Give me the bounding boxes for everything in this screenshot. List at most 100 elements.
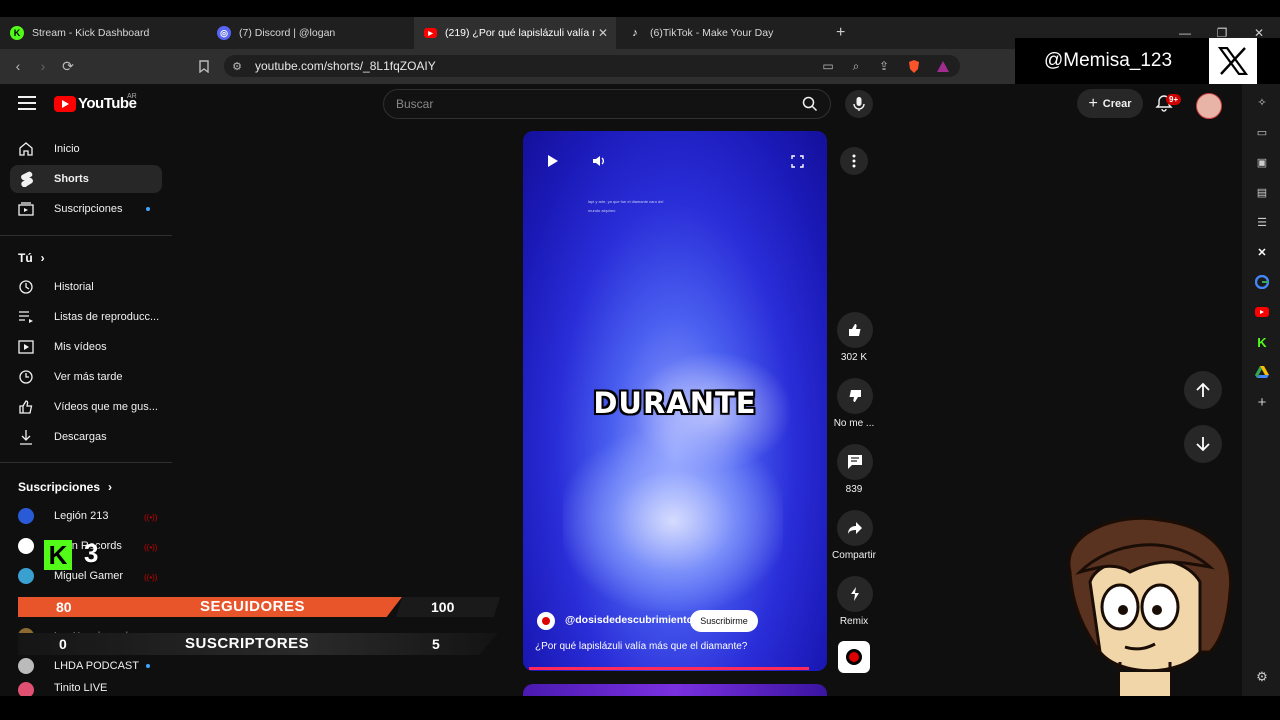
subscriptions-icon: [18, 201, 34, 217]
drive-shortcut-icon[interactable]: [1254, 364, 1270, 380]
zoom-icon[interactable]: ⌕: [845, 55, 867, 77]
remix-button[interactable]: [837, 576, 873, 612]
kick-shortcut-icon[interactable]: K: [1254, 334, 1270, 350]
sidebar-item-listas[interactable]: Listas de reproducc...: [10, 303, 162, 331]
volume-icon[interactable]: [585, 147, 613, 175]
sidebar-item-label: LHDA PODCAST: [54, 660, 139, 672]
sidebar-item-label: Mis vídeos: [54, 341, 107, 353]
notifications-badge: 9+: [1166, 94, 1182, 105]
video-progress-bar[interactable]: [529, 667, 810, 670]
share-label: Compartir: [832, 550, 876, 561]
sidebar-item-label: Ver más tarde: [54, 371, 123, 383]
tab-discord[interactable]: ◎ (7) Discord | @logan: [207, 17, 412, 49]
top-strip: [0, 0, 1280, 17]
brave-shield-icon[interactable]: [903, 55, 925, 77]
tab-tiktok[interactable]: ♪ (6)TikTok - Make Your Day: [618, 17, 823, 49]
sidebar-item-suscripciones[interactable]: Suscripciones: [10, 195, 162, 223]
playlist-icon: [18, 309, 34, 325]
back-icon[interactable]: ‹: [7, 55, 29, 77]
sidebar-sub-channel[interactable]: Legión 213 ((•)): [10, 502, 162, 530]
kick-icon: K: [10, 26, 24, 40]
bookmark-icon[interactable]: [193, 55, 215, 77]
close-tab-icon[interactable]: ✕: [598, 26, 608, 40]
my-videos-icon: [18, 339, 34, 355]
like-button[interactable]: [837, 312, 873, 348]
url-text[interactable]: youtube.com/shorts/_8L1fqZOAIY: [255, 59, 436, 73]
like-count: 302 K: [840, 352, 868, 363]
search-icon[interactable]: [792, 91, 828, 117]
add-shortcut-icon[interactable]: +: [1254, 394, 1270, 411]
reload-icon[interactable]: ⟳: [57, 55, 79, 77]
sidebar-item-label: Inicio: [54, 143, 80, 155]
dislike-label: No me ...: [833, 418, 875, 429]
brave-rewards-icon[interactable]: [932, 55, 954, 77]
comments-button[interactable]: [837, 444, 873, 480]
sidebar-item-inicio[interactable]: Inicio: [10, 135, 162, 163]
more-options-icon[interactable]: [840, 147, 868, 175]
wallet-icon[interactable]: ▣: [1254, 154, 1270, 170]
tiktok-icon: ♪: [628, 26, 642, 40]
account-avatar[interactable]: [1196, 93, 1222, 119]
mic-icon[interactable]: [845, 90, 873, 118]
sidebar-sub-channel[interactable]: LHDA PODCAST: [10, 652, 162, 680]
tab-kick[interactable]: K Stream - Kick Dashboard: [0, 17, 205, 49]
x-shortcut-icon[interactable]: ✕: [1254, 244, 1270, 260]
forward-icon[interactable]: ›: [32, 55, 54, 77]
comment-icon: [848, 455, 862, 469]
search-input[interactable]: [383, 89, 831, 119]
bookmarks-icon[interactable]: ▤: [1254, 184, 1270, 200]
video-overlay-text: lapi y arte, ya que fue el diamante caro…: [588, 199, 664, 213]
plus-icon: +: [1088, 94, 1098, 112]
share-page-icon[interactable]: ⇪: [873, 55, 895, 77]
channel-avatar[interactable]: [537, 612, 555, 630]
sidebar-item-ver-mas-tarde[interactable]: Ver más tarde: [10, 363, 162, 391]
sidebar-item-label: Tinito LIVE: [54, 682, 108, 694]
leo-ai-icon[interactable]: ✧: [1254, 94, 1270, 110]
x-logo-icon: [1209, 38, 1257, 84]
create-label: Crear: [1102, 97, 1132, 110]
live-icon: ((•)): [144, 513, 158, 522]
sidebar-sub-channel[interactable]: Tinito LIVE: [10, 682, 162, 696]
short-video-player[interactable]: lapi y arte, ya que fue el diamante caro…: [523, 131, 827, 671]
reader-icon[interactable]: ☰: [1254, 214, 1270, 230]
short-title[interactable]: ¿Por qué lapislázuli valía más que el di…: [535, 641, 747, 652]
download-icon: [18, 429, 34, 445]
channel-name[interactable]: @dosisdedescubrimiento: [565, 614, 693, 626]
sidebar-item-shorts[interactable]: Shorts: [10, 165, 162, 193]
google-shortcut-icon[interactable]: [1254, 274, 1270, 290]
menu-icon[interactable]: [18, 96, 36, 110]
browser-sidebar: [1242, 84, 1280, 696]
reading-list-icon[interactable]: ▭: [1254, 124, 1270, 140]
tab-youtube[interactable]: ▶ (219) ¿Por qué lapislázuli valía m ✕: [414, 17, 616, 49]
site-info-icon[interactable]: ⚙: [226, 55, 248, 77]
sidebar-item-label: Shorts: [54, 173, 89, 185]
country-code: AR: [127, 93, 137, 100]
sidebar-item-liked[interactable]: Vídeos que me gus...: [10, 393, 162, 421]
sidebar-item-label: Legión 213: [54, 510, 109, 522]
sidebar-item-descargas[interactable]: Descargas: [10, 423, 162, 451]
dislike-button[interactable]: [837, 378, 873, 414]
youtube-icon: ▶: [424, 28, 437, 38]
share-button[interactable]: [837, 510, 873, 546]
cast-icon[interactable]: ▭: [817, 55, 839, 77]
sidebar-divider: [0, 235, 172, 236]
new-tab-button[interactable]: +: [826, 17, 854, 49]
next-short-button[interactable]: [1184, 425, 1222, 463]
youtube-shortcut-icon[interactable]: [1254, 304, 1270, 320]
sidebar-you-header[interactable]: Tú ›: [18, 251, 45, 265]
sidebar-settings-icon[interactable]: ⚙: [1254, 669, 1270, 685]
like-icon: [849, 324, 861, 336]
arrow-up-icon: [1196, 382, 1210, 397]
sound-thumbnail[interactable]: [838, 641, 870, 673]
sidebar-subs-header[interactable]: Suscripciones ›: [18, 480, 112, 494]
sidebar-item-label: Historial: [54, 281, 94, 293]
subscribe-button[interactable]: Suscribirme: [690, 610, 758, 632]
live-icon: ((•)): [144, 573, 158, 582]
fullscreen-icon[interactable]: [783, 147, 811, 175]
sidebar-item-mis-videos[interactable]: Mis vídeos: [10, 333, 162, 361]
previous-short-button[interactable]: [1184, 371, 1222, 409]
youtube-logo-icon[interactable]: [54, 96, 76, 112]
play-icon[interactable]: [539, 147, 567, 175]
create-button[interactable]: + Crear: [1077, 89, 1143, 118]
sidebar-item-historial[interactable]: Historial: [10, 273, 162, 301]
